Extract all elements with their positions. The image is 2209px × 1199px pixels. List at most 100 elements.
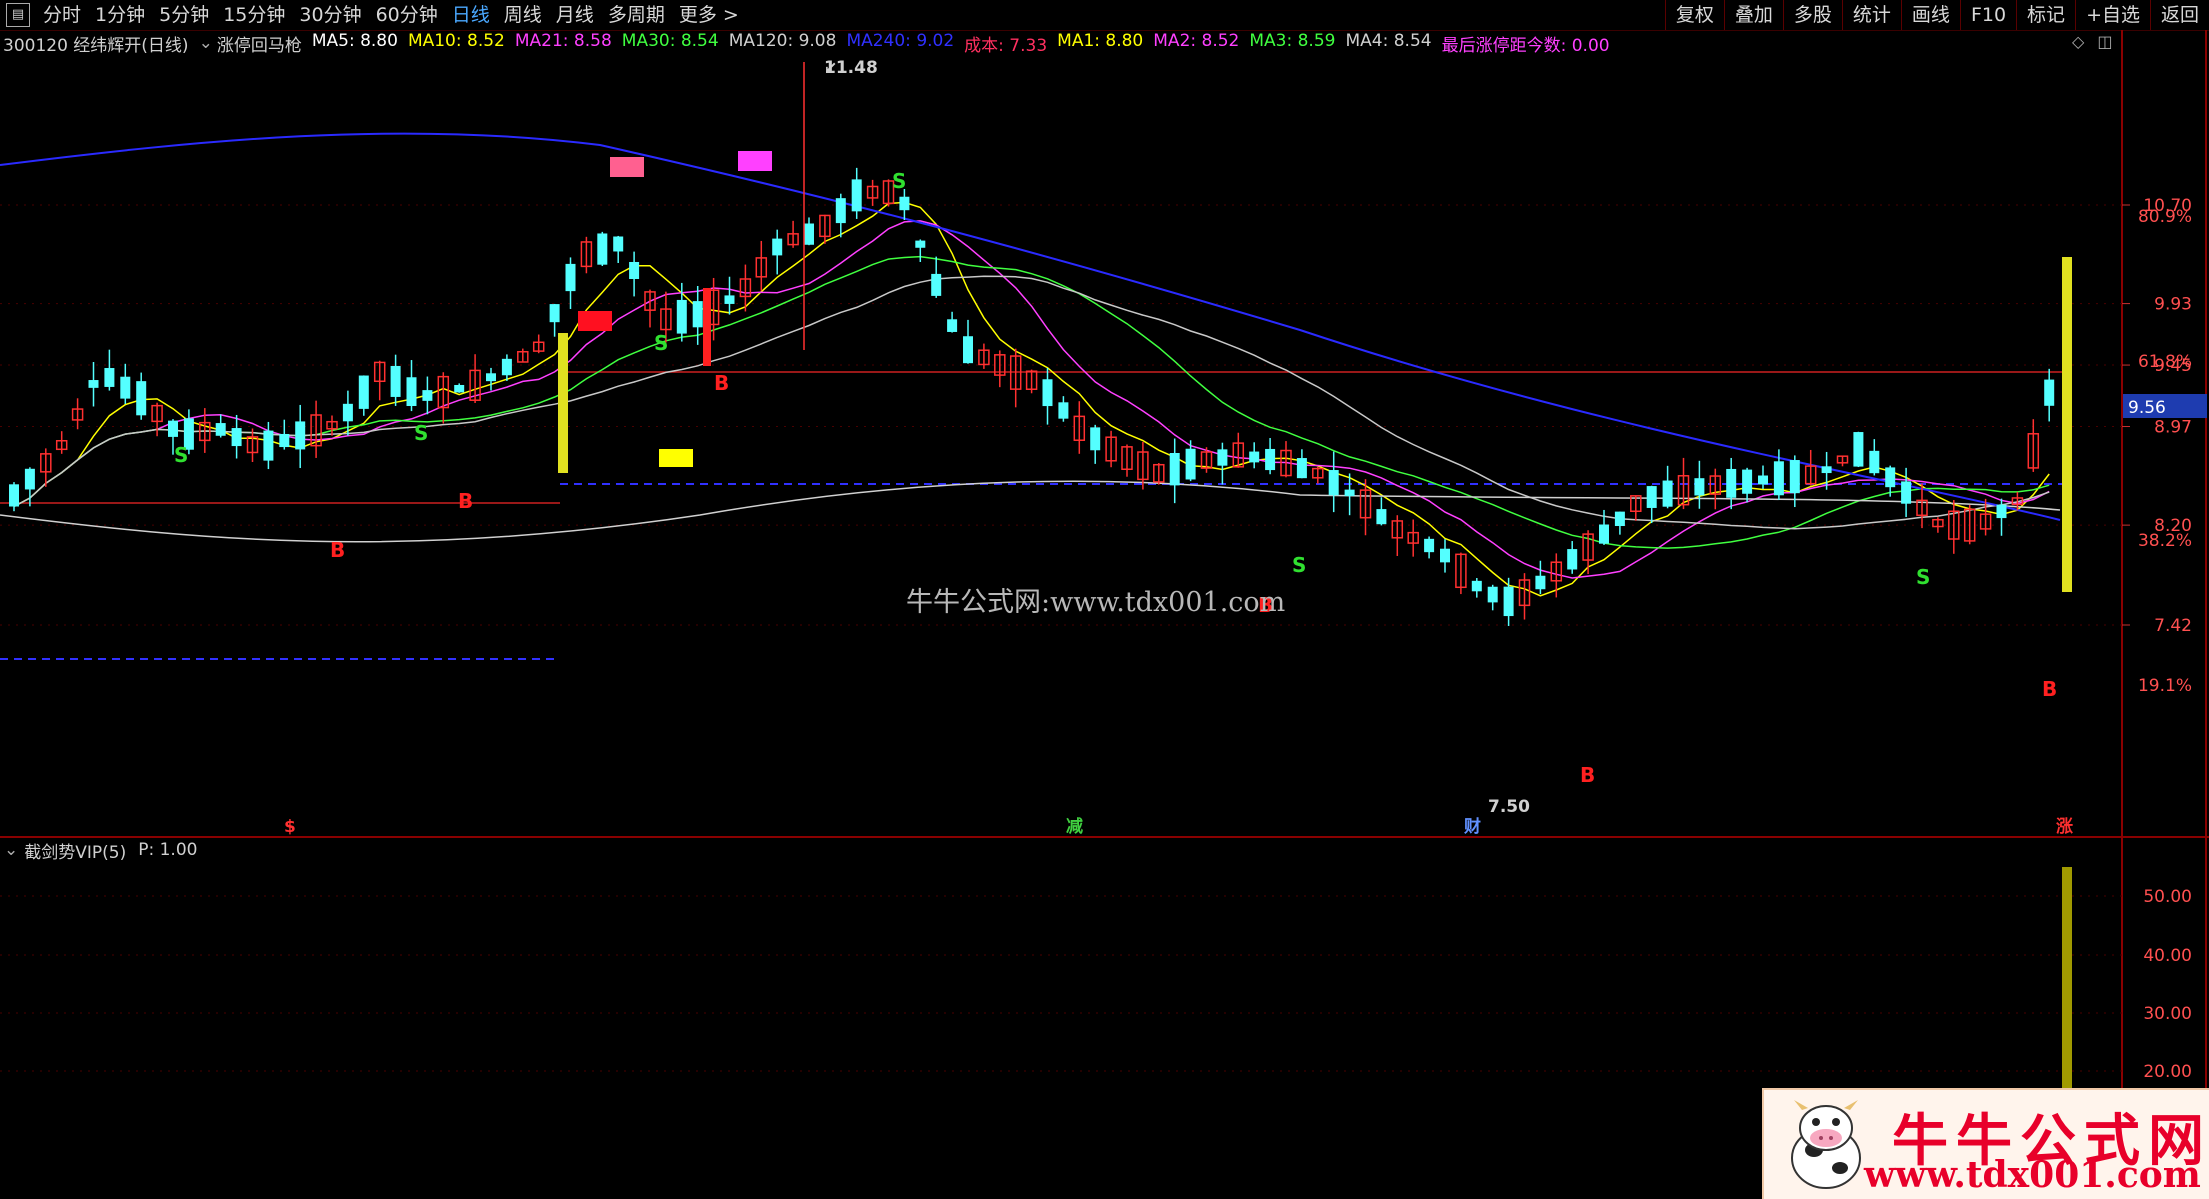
candle-body-down [1090, 427, 1101, 451]
tab-period-0[interactable]: 分时 [36, 0, 88, 30]
candle-body-up [978, 349, 990, 366]
candle-body-down [1185, 448, 1196, 480]
multi-stock-button[interactable]: 多股 [1782, 0, 1842, 30]
statistics-button[interactable]: 统计 [1841, 0, 1901, 30]
candle-body-up [532, 341, 545, 352]
candles [9, 62, 2072, 626]
candle-body-up [1836, 455, 1849, 464]
candle-body-down [1058, 402, 1069, 419]
tab-period-8[interactable]: 月线 [549, 0, 601, 30]
candle-body-down [1726, 468, 1737, 498]
site-logo: 牛牛公式网 www.tdx001.com [1762, 1088, 2209, 1199]
watermark-text: 牛牛公式网:www.tdx001.com [906, 587, 1286, 618]
candle-body-down [1694, 478, 1705, 496]
mark-button[interactable]: 标记 [2016, 0, 2075, 30]
candle-body-down [215, 423, 226, 436]
fuquan-button[interactable]: 复权 [1664, 0, 1724, 30]
tab-period-2[interactable]: 5分钟 [152, 0, 216, 30]
sell-signal: S [892, 169, 906, 193]
sub-tick-label: 30.00 [2143, 1004, 2192, 1024]
tab-period-7[interactable]: 周线 [497, 0, 549, 30]
candle-body-up [2027, 433, 2040, 469]
red-block-marker [578, 311, 612, 331]
price-tick-label: 8.20 [2154, 516, 2192, 536]
candle-body-down [963, 336, 973, 364]
candle-body-down [1646, 486, 1657, 508]
ma21-line [13, 255, 2050, 549]
f10-button[interactable]: F10 [1959, 0, 2016, 30]
sub-tick-label: 50.00 [2143, 887, 2192, 907]
candle-body-down [851, 179, 862, 212]
cow-mascot-icon [1791, 1100, 1861, 1189]
buy-signal: B [458, 489, 473, 513]
overlay-button[interactable]: 叠加 [1723, 0, 1783, 30]
price-tick-label: 7.42 [2154, 616, 2192, 636]
tab-period-5[interactable]: 60分钟 [369, 0, 445, 30]
yellow-block-marker [659, 449, 693, 467]
ma-legend-item: MA10: 8.52 [407, 30, 505, 51]
candle-body-up [1518, 579, 1531, 607]
candle-body-down [486, 373, 496, 382]
tab-period-4[interactable]: 30分钟 [292, 0, 368, 30]
candle-body-down [342, 403, 353, 422]
price-tick-label: 9.45 [2154, 356, 2192, 376]
percent-tick-label: 80.9% [2138, 207, 2192, 227]
candle-body-down [24, 468, 35, 490]
candle-body-up [1280, 449, 1292, 477]
back-button[interactable]: 返回 [2149, 0, 2209, 30]
ma-legend-item: MA120: 9.08 [728, 30, 837, 51]
candle-body-up [1630, 495, 1642, 513]
candle-body-down [549, 304, 560, 323]
candle-body-up [882, 180, 895, 205]
diamond-icon[interactable]: ◇ [2072, 32, 2084, 51]
sub-indicator-name[interactable]: 截剑势VIP(5) [24, 838, 126, 863]
candle-body-up [1455, 553, 1467, 589]
candle-body-down [1869, 450, 1880, 474]
candle-body-down [1487, 586, 1498, 603]
indicator-toggle-icon[interactable]: ⌄ [199, 33, 213, 53]
candle-body-up [1073, 415, 1086, 441]
bottom-marker: $ [284, 817, 296, 837]
ma-legend-item: MA2: 8.52 [1153, 30, 1240, 51]
candle-body-down [1440, 548, 1450, 563]
candle-body-down [1996, 504, 2007, 519]
tab-period-daily[interactable]: 日线 [445, 0, 497, 30]
candle-body-up [755, 257, 768, 278]
sub-indicator-param: P: 1.00 [138, 840, 198, 860]
tab-period-3[interactable]: 15分钟 [216, 0, 292, 30]
ma10-line [13, 220, 2050, 579]
tab-period-more[interactable]: 更多 > [672, 0, 746, 30]
candle-body-up [1677, 475, 1690, 506]
sell-signal: S [174, 443, 188, 467]
tab-period-9[interactable]: 多周期 [601, 0, 672, 30]
candle-body-down [1424, 538, 1435, 553]
candle-body-down [1599, 524, 1609, 544]
ma-legend-item: MA1: 8.80 [1057, 30, 1144, 51]
candle-body-down [1535, 575, 1546, 590]
candle-body-down [915, 240, 926, 248]
candle-body-up [866, 185, 879, 199]
buy-signal: B [330, 538, 345, 562]
candle-body-down [931, 273, 942, 296]
tab-period-1[interactable]: 1分钟 [88, 0, 152, 30]
chart-corner-icons: ◇ ◫ [2072, 32, 2113, 51]
menu-icon[interactable]: ▤ [6, 3, 30, 27]
sub-tick-label: 40.00 [2143, 946, 2192, 966]
candle-body-down [295, 421, 306, 450]
candle-body-down [1376, 509, 1387, 525]
price-tick-label: 8.97 [2154, 418, 2192, 438]
window-icon[interactable]: ◫ [2097, 32, 2112, 51]
candle-body-down [231, 428, 242, 447]
candle-body-down [565, 263, 576, 292]
draw-line-button[interactable]: 画线 [1900, 0, 1960, 30]
add-watchlist-button[interactable]: +自选 [2075, 0, 2150, 30]
candle-body-down [835, 198, 846, 224]
candle-body-up [1312, 467, 1324, 479]
period-toolbar: ▤ 分时 1分钟 5分钟 15分钟 30分钟 60分钟 日线 周线 月线 多周期… [0, 0, 2209, 31]
current-price-box [2123, 394, 2207, 418]
candle-body-down [1885, 467, 1896, 488]
sub-tick-label: 20.00 [2143, 1062, 2192, 1082]
candle-body-down [279, 433, 290, 448]
indicator-name[interactable]: 涨停回马枪 [217, 31, 302, 56]
sub-toggle-icon[interactable]: ⌄ [4, 840, 18, 860]
